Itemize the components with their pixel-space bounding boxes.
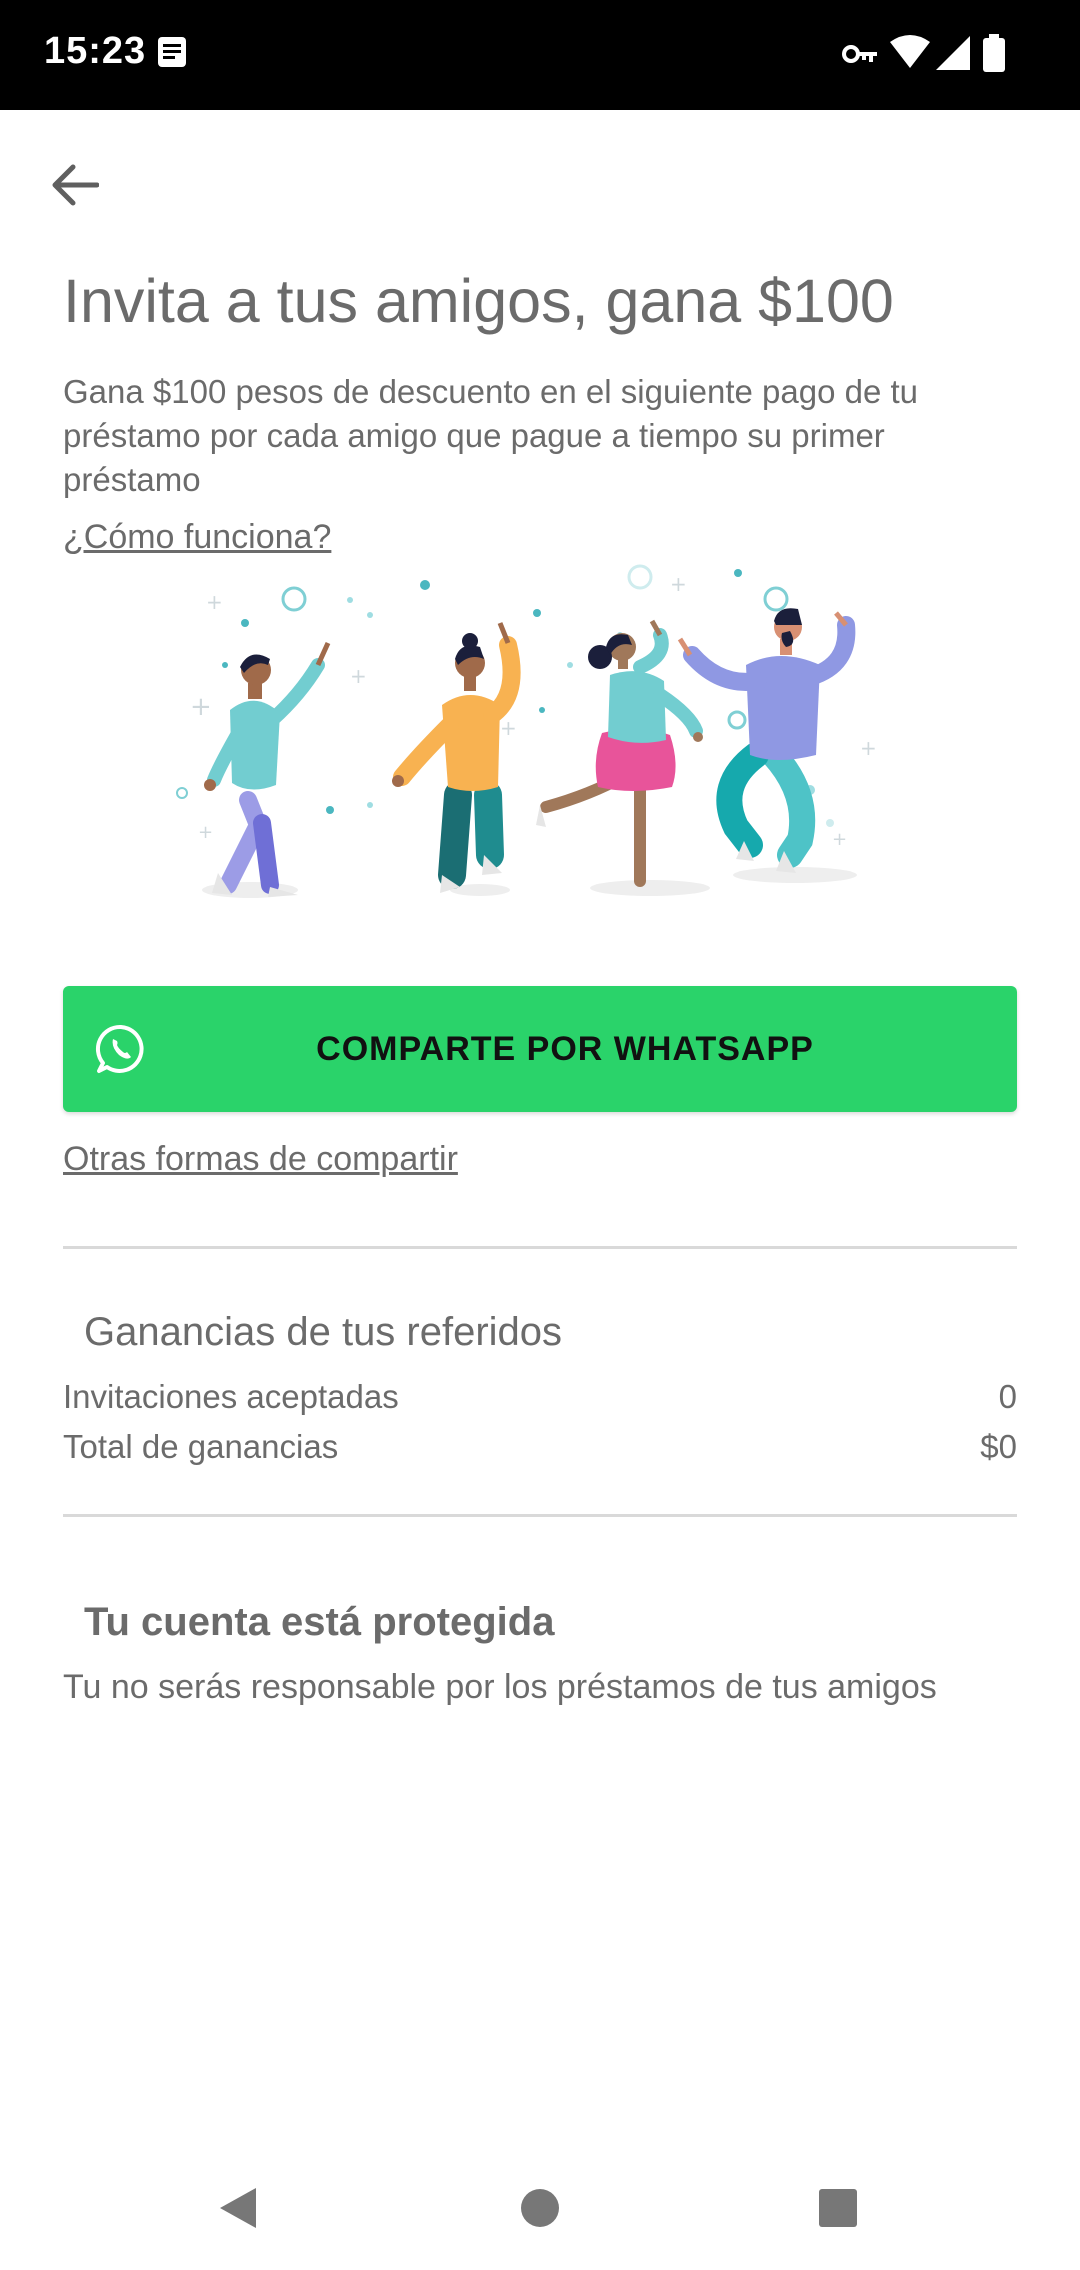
svg-text:+: + — [190, 692, 212, 722]
svg-text:+: + — [500, 716, 517, 740]
signal-icon — [936, 36, 970, 70]
back-triangle-icon[interactable] — [218, 2186, 258, 2230]
divider-top — [63, 1246, 1017, 1249]
battery-icon — [983, 34, 1005, 72]
system-nav-bar — [0, 2160, 1080, 2270]
back-button[interactable] — [40, 150, 110, 220]
svg-text:+: + — [832, 829, 847, 850]
stat-label: Total de ganancias — [63, 1428, 339, 1465]
notification-icon — [158, 37, 186, 67]
stat-row-invitations: Invitaciones aceptadas 0 — [63, 1378, 1017, 1416]
dancing-friends-illustration: + + + + + + + + — [176, 564, 877, 898]
page-title: Invita a tus amigos, gana $100 — [63, 267, 894, 335]
protection-description: Tu no serás responsable por los préstamo… — [63, 1668, 937, 1706]
vpn-key-icon — [842, 45, 877, 63]
svg-text:+: + — [860, 736, 877, 760]
page-description: Gana $100 pesos de descuento en el sigui… — [63, 373, 919, 498]
svg-text:+: + — [198, 822, 213, 843]
share-whatsapp-label: COMPARTE POR WHATSAPP — [316, 1029, 814, 1068]
status-time: 15:23 — [44, 30, 147, 72]
other-share-link[interactable]: Otras formas de compartir — [63, 1140, 458, 1179]
status-bar: 15:23 — [0, 0, 1080, 110]
svg-text:+: + — [670, 572, 687, 596]
svg-text:+: + — [350, 664, 367, 688]
stat-value: $0 — [980, 1428, 1017, 1465]
stat-row-total-earnings: Total de ganancias $0 — [63, 1428, 1017, 1466]
wifi-icon — [890, 35, 930, 68]
protection-title: Tu cuenta está protegida — [84, 1600, 555, 1644]
share-whatsapp-button[interactable]: COMPARTE POR WHATSAPP — [63, 986, 1017, 1112]
divider-bottom — [63, 1514, 1017, 1517]
earnings-title: Ganancias de tus referidos — [84, 1310, 563, 1354]
home-circle-icon[interactable] — [520, 2188, 560, 2228]
stat-label: Invitaciones aceptadas — [63, 1378, 399, 1415]
recents-square-icon[interactable] — [818, 2188, 858, 2228]
how-it-works-link[interactable]: ¿Cómo funciona? — [63, 518, 331, 557]
arrow-left-icon — [52, 164, 99, 206]
svg-text:+: + — [206, 590, 223, 614]
stat-value: 0 — [998, 1378, 1017, 1415]
